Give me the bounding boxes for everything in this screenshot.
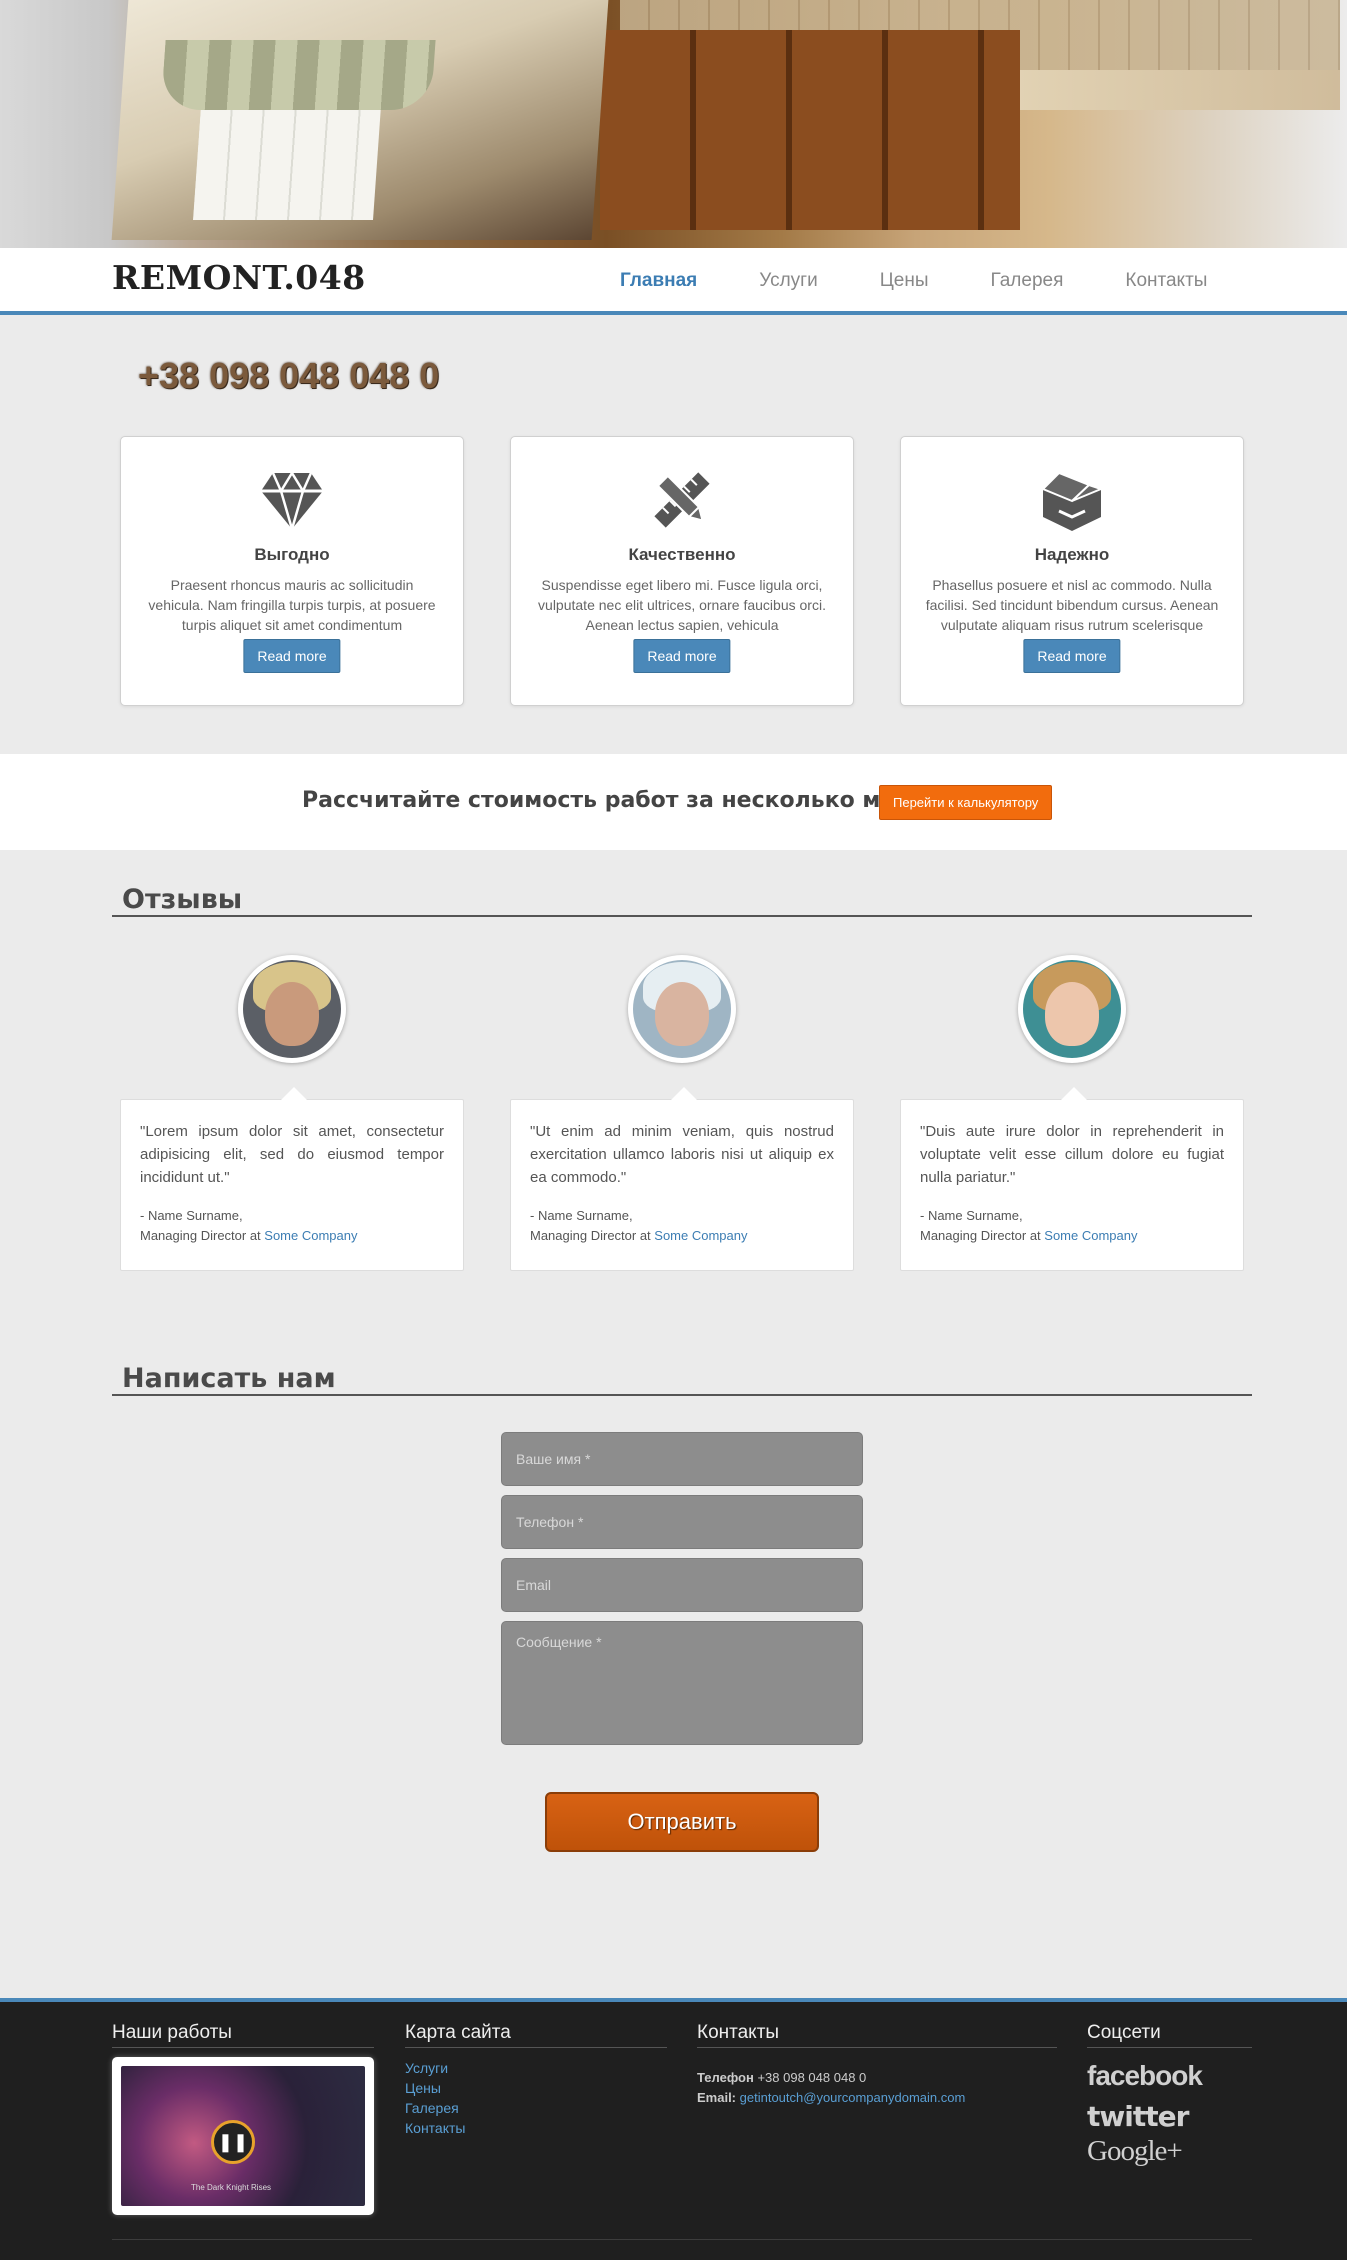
footer-social-title: Соцсети — [1087, 2022, 1252, 2048]
feature-text: Suspendisse eget libero mi. Fusce ligula… — [538, 577, 826, 633]
google-plus-icon[interactable]: Google+ — [1087, 2135, 1252, 2168]
diamond-icon — [261, 470, 323, 533]
pause-icon: ❚❚ — [211, 2120, 255, 2164]
feature-text: Phasellus posuere et nisl ac commodo. Nu… — [925, 577, 1219, 633]
review-quote: "Ut enim ad minim veniam, quis nostrud e… — [530, 1123, 834, 1186]
feature-text: Praesent rhoncus mauris ac sollicitudin … — [148, 577, 436, 633]
feature-title: Выгодно — [254, 545, 330, 564]
review-company-link[interactable]: Some Company — [1044, 1228, 1137, 1243]
footer-phone: +38 098 048 048 0 — [757, 2070, 867, 2085]
review-quote: "Duis aute irure dolor in reprehenderit … — [920, 1123, 1224, 1186]
footer-social: Соцсети facebook twitter Google+ — [1087, 2022, 1252, 2168]
sitemap-link-contacts[interactable]: Контакты — [405, 2118, 667, 2138]
review-author-role: Managing Director at — [920, 1228, 1045, 1243]
avatar-face — [655, 982, 709, 1046]
pencil-ruler-icon — [654, 472, 710, 528]
review-author-name: - Name Surname, — [530, 1208, 633, 1223]
hero-window — [193, 110, 381, 220]
reviews-row: "Lorem ipsum dolor sit amet, consectetur… — [120, 955, 1244, 1271]
sitemap-link-gallery[interactable]: Галерея — [405, 2098, 667, 2118]
footer-contacts-title: Контакты — [697, 2022, 1057, 2048]
review-item: "Lorem ipsum dolor sit amet, consectetur… — [120, 955, 464, 1271]
avatar — [1018, 955, 1126, 1063]
review-author: - Name Surname, Managing Director at Som… — [920, 1206, 1224, 1246]
features-row: Выгодно Praesent rhoncus mauris ac solli… — [120, 436, 1244, 706]
review-author-name: - Name Surname, — [140, 1208, 243, 1223]
review-item: "Ut enim ad minim veniam, quis nostrud e… — [510, 955, 854, 1271]
name-input[interactable] — [501, 1432, 863, 1486]
feature-card: Выгодно Praesent rhoncus mauris ac solli… — [120, 436, 464, 706]
footer-phone-line: Телефон +38 098 048 048 0 — [697, 2068, 1057, 2088]
read-more-button[interactable]: Read more — [633, 639, 731, 673]
calculator-text: Рассчитайте стоимость работ за несколько… — [302, 788, 949, 813]
review-card: "Duis aute irure dolor in reprehenderit … — [900, 1087, 1244, 1271]
nav-item-services[interactable]: Услуги — [759, 270, 817, 292]
nav-item-contacts[interactable]: Контакты — [1125, 270, 1207, 292]
submit-button[interactable]: Отправить — [545, 1792, 819, 1852]
facebook-icon[interactable]: facebook — [1087, 2060, 1252, 2092]
review-author-name: - Name Surname, — [920, 1208, 1023, 1223]
avatar-face — [265, 982, 319, 1046]
nav-item-prices[interactable]: Цены — [880, 270, 929, 292]
nav-item-gallery[interactable]: Галерея — [991, 270, 1064, 292]
review-quote: "Lorem ipsum dolor sit amet, consectetur… — [140, 1123, 444, 1186]
reviews-title: Отзывы — [112, 884, 1252, 917]
footer-email-label: Email: — [697, 2090, 737, 2105]
site-header: REMONT.048 Главная Услуги Цены Галерея К… — [0, 248, 1347, 315]
review-company-link[interactable]: Some Company — [654, 1228, 747, 1243]
works-screenshot: ❚❚ The Dark Knight Rises — [121, 2066, 365, 2206]
sitemap-link-services[interactable]: Услуги — [405, 2058, 667, 2078]
feature-title: Надежно — [1034, 545, 1110, 564]
read-more-button[interactable]: Read more — [243, 639, 341, 673]
footer-divider — [112, 2239, 1252, 2240]
works-caption: The Dark Knight Rises — [191, 2183, 272, 2192]
read-more-button[interactable]: Read more — [1023, 639, 1121, 673]
footer-sitemap: Карта сайта Услуги Цены Галерея Контакты — [405, 2022, 667, 2138]
footer-email-line: Email: getintoutch@yourcompanydomain.com — [697, 2088, 1057, 2108]
review-author-role: Managing Director at — [530, 1228, 655, 1243]
hero-curtain — [160, 40, 436, 110]
avatar — [238, 955, 346, 1063]
message-input[interactable] — [501, 1621, 863, 1745]
phone-number: +38 098 048 048 0 — [138, 355, 440, 396]
footer-works-title: Наши работы — [112, 2022, 374, 2048]
hero-cabinets — [600, 30, 1020, 230]
nav-item-home[interactable]: Главная — [620, 270, 697, 292]
feature-card: Качественно Suspendisse eget libero mi. … — [510, 436, 854, 706]
avatar-face — [1045, 982, 1099, 1046]
review-author: - Name Surname, Managing Director at Som… — [530, 1206, 834, 1246]
review-card: "Lorem ipsum dolor sit amet, consectetur… — [120, 1087, 464, 1271]
feature-title: Качественно — [628, 545, 736, 564]
avatar — [628, 955, 736, 1063]
phone-input[interactable] — [501, 1495, 863, 1549]
footer-email-link[interactable]: getintoutch@yourcompanydomain.com — [740, 2090, 966, 2105]
box-icon — [1041, 471, 1104, 531]
hero-banner-image — [0, 0, 1347, 248]
review-author-role: Managing Director at — [140, 1228, 265, 1243]
review-item: "Duis aute irure dolor in reprehenderit … — [900, 955, 1244, 1271]
contact-form — [501, 1432, 863, 1754]
works-thumbnail[interactable]: ❚❚ The Dark Knight Rises — [112, 2057, 374, 2215]
hero-window-photo — [111, 0, 609, 240]
contact-title: Написать нам — [112, 1363, 1252, 1396]
review-company-link[interactable]: Some Company — [264, 1228, 357, 1243]
site-footer: Наши работы ❚❚ The Dark Knight Rises Кар… — [0, 1998, 1347, 2260]
email-input[interactable] — [501, 1558, 863, 1612]
calculator-strip: Рассчитайте стоимость работ за несколько… — [0, 754, 1347, 850]
footer-contacts: Контакты Телефон +38 098 048 048 0 Email… — [697, 2022, 1057, 2108]
footer-works: Наши работы ❚❚ The Dark Knight Rises — [112, 2022, 374, 2215]
footer-contact-info: Телефон +38 098 048 048 0 Email: getinto… — [697, 2068, 1057, 2108]
review-author: - Name Surname, Managing Director at Som… — [140, 1206, 444, 1246]
calculator-button[interactable]: Перейти к калькулятору — [879, 785, 1053, 820]
review-card: "Ut enim ad minim veniam, quis nostrud e… — [510, 1087, 854, 1271]
footer-sitemap-title: Карта сайта — [405, 2022, 667, 2048]
feature-card: Надежно Phasellus posuere et nisl ac com… — [900, 436, 1244, 706]
sitemap-links: Услуги Цены Галерея Контакты — [405, 2058, 667, 2138]
footer-phone-label: Телефон — [697, 2070, 754, 2085]
main-nav: Главная Услуги Цены Галерея Контакты — [620, 270, 1269, 292]
sitemap-link-prices[interactable]: Цены — [405, 2078, 667, 2098]
site-logo[interactable]: REMONT.048 — [112, 258, 366, 297]
twitter-icon[interactable]: twitter — [1087, 2100, 1252, 2133]
social-links: facebook twitter Google+ — [1087, 2060, 1252, 2168]
